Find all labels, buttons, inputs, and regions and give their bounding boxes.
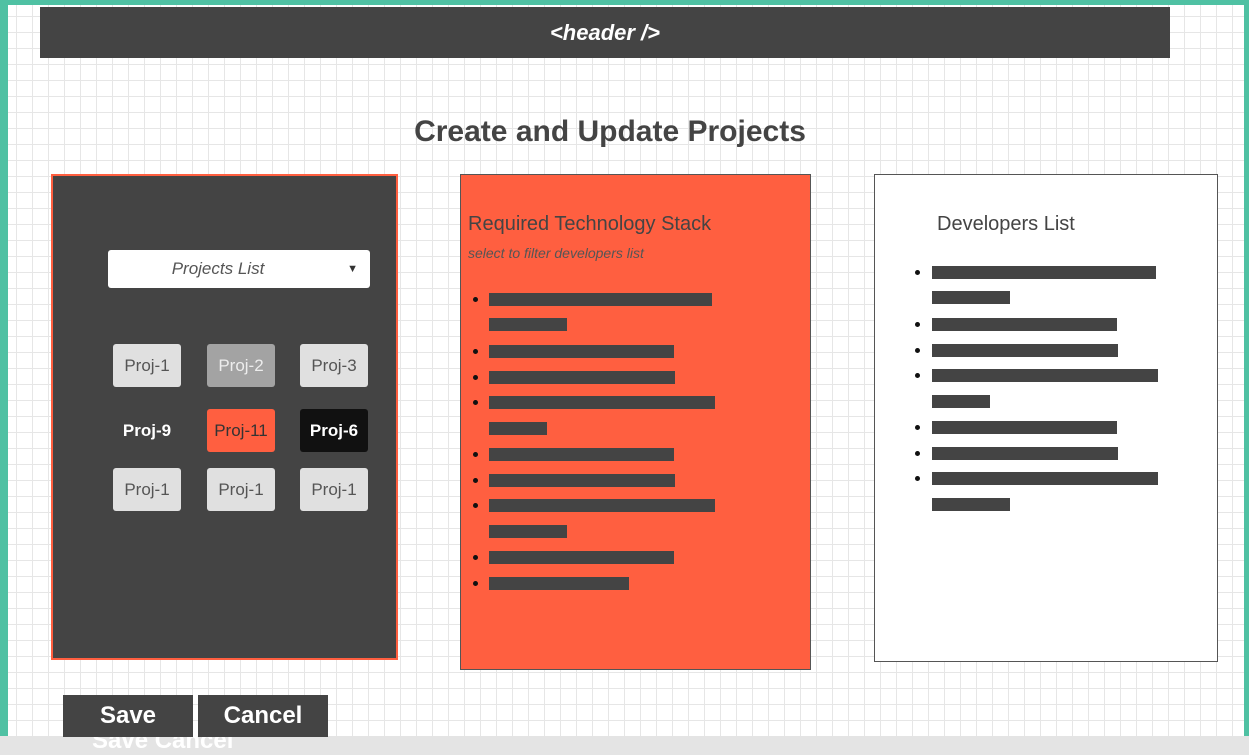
tech-item-placeholder-continued[interactable] bbox=[489, 422, 547, 435]
developer-item-placeholder[interactable] bbox=[932, 421, 1117, 434]
project-button[interactable]: Proj-1 bbox=[113, 344, 181, 387]
project-button[interactable]: Proj-3 bbox=[300, 344, 368, 387]
list-bullet bbox=[915, 322, 920, 327]
project-label: Proj-1 bbox=[124, 355, 170, 375]
project-label: Proj-11 bbox=[214, 420, 268, 440]
bottom-strip: Save Cancel bbox=[0, 736, 1249, 755]
tech-item-placeholder[interactable] bbox=[489, 293, 712, 306]
triangle-down-icon: ▼ bbox=[347, 263, 358, 275]
projects-dropdown-label: Projects List bbox=[171, 259, 265, 278]
developer-item-placeholder[interactable] bbox=[932, 369, 1158, 382]
list-bullet bbox=[915, 476, 920, 481]
list-bullet bbox=[473, 400, 478, 405]
projects-dropdown[interactable]: Projects List ▼ bbox=[108, 250, 370, 288]
list-bullet bbox=[473, 503, 478, 508]
tech-item-placeholder[interactable] bbox=[489, 577, 629, 590]
tech-item-placeholder[interactable] bbox=[489, 448, 674, 461]
tech-item-placeholder[interactable] bbox=[489, 474, 675, 487]
project-label: Proj-6 bbox=[309, 420, 359, 440]
page-title: Create and Update Projects bbox=[414, 115, 806, 148]
ghost-action-labels: Save Cancel bbox=[92, 736, 234, 754]
list-bullet bbox=[473, 297, 478, 302]
tech-stack-subtitle: select to filter developers list bbox=[468, 245, 644, 261]
project-label: Proj-2 bbox=[218, 355, 264, 375]
project-button[interactable]: Proj-1 bbox=[113, 468, 181, 511]
projects-panel: Projects List ▼ Proj-1 Proj-2 Proj-3 Pro… bbox=[51, 174, 398, 660]
developer-item-placeholder[interactable] bbox=[932, 266, 1156, 279]
project-button[interactable]: Proj-2 bbox=[207, 344, 275, 387]
developer-item-placeholder[interactable] bbox=[932, 318, 1117, 331]
tech-item-placeholder[interactable] bbox=[489, 551, 674, 564]
tech-item-placeholder[interactable] bbox=[489, 396, 715, 409]
save-button[interactable]: Save bbox=[63, 695, 193, 737]
project-button-selected[interactable]: Proj-11 bbox=[207, 409, 275, 452]
tech-item-placeholder[interactable] bbox=[489, 499, 715, 512]
project-label: Proj-3 bbox=[311, 355, 357, 375]
tech-stack-panel: Required Technology Stack select to filt… bbox=[460, 174, 811, 670]
developers-title: Developers List bbox=[937, 213, 1075, 235]
list-bullet bbox=[915, 425, 920, 430]
list-bullet bbox=[915, 270, 920, 275]
tech-item-placeholder[interactable] bbox=[489, 345, 674, 358]
developer-item-placeholder[interactable] bbox=[932, 472, 1158, 485]
tech-item-placeholder[interactable] bbox=[489, 371, 675, 384]
tech-item-placeholder-continued[interactable] bbox=[489, 318, 567, 331]
list-bullet bbox=[473, 555, 478, 560]
header-bar: <header /> bbox=[40, 7, 1170, 58]
list-bullet bbox=[473, 478, 478, 483]
tech-item-placeholder-continued[interactable] bbox=[489, 525, 567, 538]
project-label: Proj-1 bbox=[218, 479, 264, 499]
developer-item-placeholder-continued[interactable] bbox=[932, 291, 1010, 304]
developer-item-placeholder-continued[interactable] bbox=[932, 498, 1010, 511]
list-bullet bbox=[915, 373, 920, 378]
list-bullet bbox=[915, 451, 920, 456]
frame-top-border bbox=[0, 0, 1249, 5]
developers-panel: Developers List bbox=[874, 174, 1218, 662]
save-button-label: Save bbox=[99, 702, 157, 729]
header-label: <header /> bbox=[549, 19, 661, 45]
project-label: Proj-1 bbox=[124, 479, 170, 499]
project-button[interactable]: Proj-9 bbox=[113, 409, 181, 452]
list-bullet bbox=[473, 349, 478, 354]
developer-item-placeholder[interactable] bbox=[932, 344, 1118, 357]
developer-item-placeholder-continued[interactable] bbox=[932, 395, 990, 408]
frame-right-border bbox=[1244, 0, 1249, 736]
list-bullet bbox=[915, 348, 920, 353]
list-bullet bbox=[473, 452, 478, 457]
project-button[interactable]: Proj-1 bbox=[207, 468, 275, 511]
cancel-button-label: Cancel bbox=[223, 702, 303, 729]
list-bullet bbox=[473, 375, 478, 380]
list-bullet bbox=[473, 581, 478, 586]
frame-left-border bbox=[0, 0, 8, 755]
project-button[interactable]: Proj-6 bbox=[300, 409, 368, 452]
tech-stack-title: Required Technology Stack bbox=[468, 213, 712, 235]
project-label: Proj-1 bbox=[311, 479, 357, 499]
developer-item-placeholder[interactable] bbox=[932, 447, 1118, 460]
project-button[interactable]: Proj-1 bbox=[300, 468, 368, 511]
cancel-button[interactable]: Cancel bbox=[198, 695, 328, 737]
project-label: Proj-9 bbox=[122, 420, 172, 440]
